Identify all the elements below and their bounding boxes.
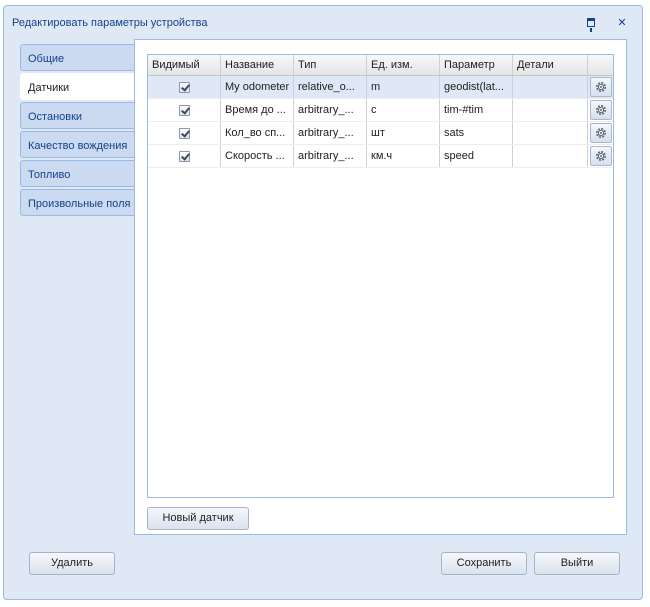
gear-icon[interactable] <box>589 146 612 166</box>
column-header-type[interactable]: Тип <box>294 55 367 75</box>
table-row[interactable]: My odometer relative_o... m geodist(lat.… <box>148 76 613 99</box>
tab-custom-fields[interactable]: Произвольные поля <box>20 189 136 216</box>
visible-checkbox[interactable] <box>178 150 190 162</box>
details-cell <box>513 145 588 167</box>
visible-cell <box>148 99 221 121</box>
column-header-unit[interactable]: Ед. изм. <box>367 55 440 75</box>
tab-stops[interactable]: Остановки <box>20 102 136 129</box>
close-icon[interactable]: ✕ <box>615 15 629 29</box>
exit-button[interactable]: Выйти <box>534 552 620 575</box>
actions-cell <box>588 99 613 121</box>
parameter-cell: geodist(lat... <box>440 76 513 98</box>
visible-cell <box>148 76 221 98</box>
name-cell: Время до ... <box>221 99 294 121</box>
parameter-cell: speed <box>440 145 513 167</box>
table-row[interactable]: Скорость ... arbitrary_... км.ч speed <box>148 145 613 168</box>
visible-cell <box>148 145 221 167</box>
visible-checkbox[interactable] <box>178 127 190 139</box>
parameter-cell: sats <box>440 122 513 144</box>
visible-checkbox[interactable] <box>178 81 190 93</box>
column-header-parameter[interactable]: Параметр <box>440 55 513 75</box>
edit-device-dialog: Редактировать параметры устройства ✕ Общ… <box>3 5 643 600</box>
table-row[interactable]: Время до ... arbitrary_... с tim-#tim <box>148 99 613 122</box>
dialog-title: Редактировать параметры устройства <box>12 17 208 29</box>
type-cell: relative_o... <box>294 76 367 98</box>
unit-cell: m <box>367 76 440 98</box>
type-cell: arbitrary_... <box>294 122 367 144</box>
name-cell: My odometer <box>221 76 294 98</box>
visible-checkbox[interactable] <box>178 104 190 116</box>
name-cell: Скорость ... <box>221 145 294 167</box>
actions-cell <box>588 122 613 144</box>
title-bar[interactable]: Редактировать параметры устройства ✕ <box>4 6 642 36</box>
unit-cell: с <box>367 99 440 121</box>
tab-driving-quality[interactable]: Качество вождения <box>20 131 136 158</box>
column-header-actions <box>588 55 613 75</box>
column-header-details[interactable]: Детали <box>513 55 588 75</box>
details-cell <box>513 99 588 121</box>
new-sensor-button[interactable]: Новый датчик <box>147 507 249 530</box>
unit-cell: шт <box>367 122 440 144</box>
type-cell: arbitrary_... <box>294 145 367 167</box>
details-cell <box>513 76 588 98</box>
actions-cell <box>588 145 613 167</box>
parameter-cell: tim-#tim <box>440 99 513 121</box>
sensors-grid: Видимый Название Тип Ед. изм. Параметр Д… <box>147 54 614 498</box>
delete-button[interactable]: Удалить <box>29 552 115 575</box>
type-cell: arbitrary_... <box>294 99 367 121</box>
name-cell: Кол_во сп... <box>221 122 294 144</box>
gear-icon[interactable] <box>589 77 612 97</box>
visible-cell <box>148 122 221 144</box>
pin-icon[interactable] <box>584 15 598 32</box>
table-row[interactable]: Кол_во сп... arbitrary_... шт sats <box>148 122 613 145</box>
details-cell <box>513 122 588 144</box>
tab-fuel[interactable]: Топливо <box>20 160 136 187</box>
save-button[interactable]: Сохранить <box>441 552 527 575</box>
grid-header: Видимый Название Тип Ед. изм. Параметр Д… <box>148 55 613 76</box>
column-header-name[interactable]: Название <box>221 55 294 75</box>
tab-general[interactable]: Общие <box>20 44 136 71</box>
gear-icon[interactable] <box>589 100 612 120</box>
unit-cell: км.ч <box>367 145 440 167</box>
column-header-visible[interactable]: Видимый <box>148 55 221 75</box>
tab-sensors[interactable]: Датчики <box>20 73 136 100</box>
settings-tabs: Общие Датчики Остановки Качество вождени… <box>20 44 136 218</box>
gear-icon[interactable] <box>589 123 612 143</box>
sensors-panel: Видимый Название Тип Ед. изм. Параметр Д… <box>134 39 627 535</box>
actions-cell <box>588 76 613 98</box>
